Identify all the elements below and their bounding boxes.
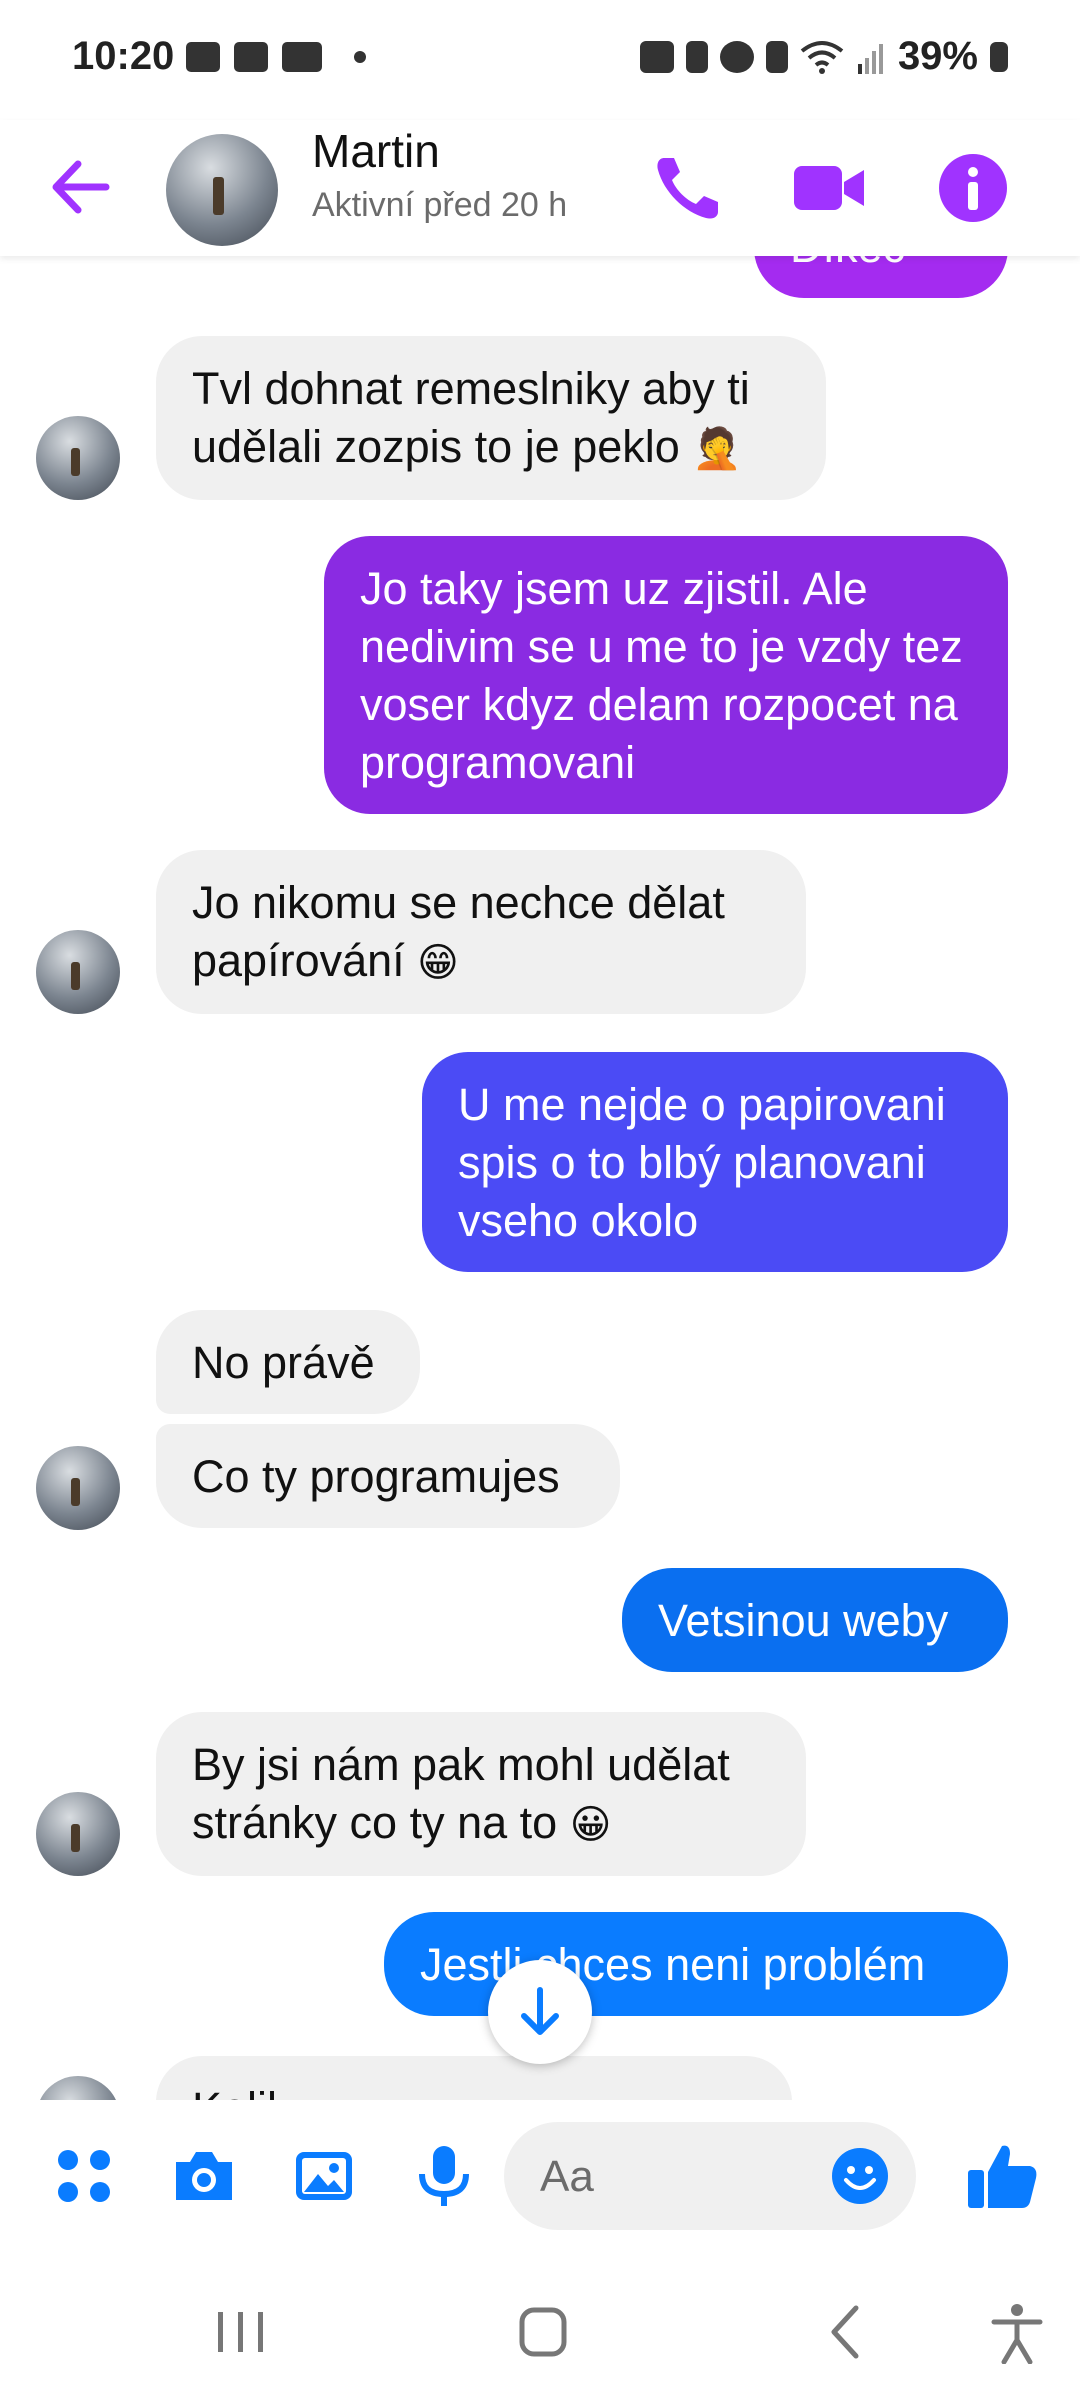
dot-icon	[354, 51, 366, 63]
message-bubble-incoming[interactable]: No právě	[156, 1310, 420, 1414]
emoji-icon[interactable]	[830, 2146, 890, 2206]
battery-saver-icon	[685, 40, 708, 73]
message-bubble-outgoing[interactable]: Jestli chces neni problém	[384, 1912, 1008, 2016]
message-text: Co ty programujes	[192, 1451, 560, 1502]
home-icon[interactable]	[508, 2300, 578, 2364]
contact-avatar-small[interactable]	[36, 1792, 120, 1876]
microphone-icon[interactable]	[410, 2142, 478, 2210]
wifi-icon	[800, 40, 844, 74]
signal-icon	[857, 43, 883, 74]
info-icon[interactable]	[935, 150, 1011, 226]
image-icon	[186, 42, 220, 72]
thumbs-up-icon[interactable]	[964, 2138, 1040, 2214]
message-bubble-incoming[interactable]: Kolik ...	[156, 2056, 792, 2100]
grin-emoji: 😁	[417, 940, 459, 986]
phone-device-icon	[234, 42, 268, 72]
contact-avatar-small[interactable]	[36, 416, 120, 500]
contact-name[interactable]: Martin	[312, 124, 440, 178]
message-bubble-outgoing[interactable]: U me nejde o papirovani spis o to blbý p…	[422, 1052, 1008, 1272]
system-icons: 39%	[639, 34, 1008, 79]
recent-apps-icon[interactable]	[206, 2300, 276, 2364]
message-text: U me nejde o papirovani spis o to blbý p…	[458, 1079, 946, 1246]
back-arrow-icon[interactable]	[46, 152, 116, 222]
notification-icons	[186, 42, 366, 72]
youtube-icon	[282, 42, 322, 72]
camera-icon[interactable]	[170, 2142, 238, 2210]
status-bar: 10:20 39%	[0, 0, 1080, 120]
contact-avatar-small[interactable]	[36, 1446, 120, 1530]
arrow-down-icon	[521, 1987, 559, 2035]
message-text: Tvl dohnat remeslniky aby ti udělali zoz…	[192, 363, 750, 472]
message-input[interactable]: Aa	[504, 2122, 916, 2230]
message-bubble-incoming[interactable]: Co ty programujes	[156, 1424, 620, 1528]
smile-emoji: 😀	[569, 1802, 612, 1848]
message-text: Jo taky jsem uz zjistil. Ale nedivim se …	[360, 563, 963, 788]
message-composer: Aa	[0, 2100, 1080, 2260]
message-bubble-outgoing[interactable]: Díkec	[754, 256, 1008, 298]
message-bubble-outgoing[interactable]: Vetsinou weby	[622, 1568, 1008, 1672]
message-bubble-outgoing[interactable]: Jo taky jsem uz zjistil. Ale nedivim se …	[324, 536, 1008, 814]
status-time: 10:20	[72, 34, 175, 78]
alarm-icon	[719, 40, 754, 73]
message-text: No právě	[192, 1337, 375, 1388]
message-text: Kolik ...	[192, 2083, 340, 2100]
key-icon	[639, 40, 674, 73]
contact-avatar[interactable]	[166, 134, 278, 246]
gallery-icon[interactable]	[290, 2142, 358, 2210]
message-bubble-incoming[interactable]: By jsi nám pak mohl udělat stránky co ty…	[156, 1712, 806, 1876]
accessibility-icon[interactable]	[982, 2300, 1052, 2364]
phone-call-icon[interactable]	[650, 150, 726, 226]
bluetooth-icon	[765, 40, 788, 73]
back-icon[interactable]	[812, 2300, 882, 2364]
message-bubble-incoming[interactable]: Jo nikomu se nechce dělat papírování 😁	[156, 850, 806, 1014]
system-navigation-bar	[0, 2260, 1080, 2400]
facepalm-emoji: 🤦	[692, 426, 743, 472]
contact-avatar-small[interactable]	[36, 930, 120, 1014]
apps-grid-icon[interactable]	[50, 2142, 118, 2210]
message-bubble-incoming[interactable]: Tvl dohnat remeslniky aby ti udělali zoz…	[156, 336, 826, 500]
battery-percent: 39%	[897, 34, 978, 78]
battery-icon	[990, 41, 1008, 72]
contact-active-status: Aktivní před 20 h	[312, 186, 568, 224]
message-text: Vetsinou weby	[658, 1595, 949, 1646]
message-text: By jsi nám pak mohl udělat stránky co ty…	[192, 1739, 730, 1848]
message-input-placeholder: Aa	[540, 2152, 594, 2201]
video-call-icon[interactable]	[790, 150, 866, 226]
message-text: Díkec	[790, 256, 905, 272]
chat-header: Martin Aktivní před 20 h	[0, 120, 1080, 256]
contact-avatar-small[interactable]	[36, 2076, 120, 2100]
scroll-to-bottom-button[interactable]	[488, 1960, 592, 2064]
message-thread[interactable]: Díkec Tvl dohnat remeslniky aby ti uděla…	[0, 256, 1080, 2100]
